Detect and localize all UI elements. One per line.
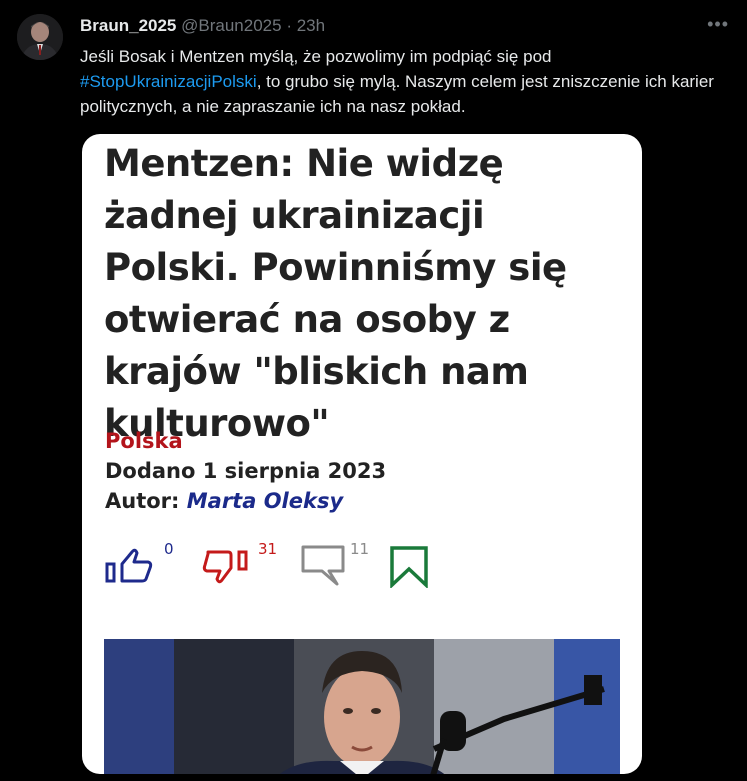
article-photo [104, 639, 620, 774]
tweet-text: Jeśli Bosak i Mentzen myślą, że pozwolim… [80, 44, 730, 119]
article-headline: Mentzen: Nie widzę żadnej ukrainizacji P… [104, 142, 567, 445]
tweet-header: Braun_2025 @Braun2025 · 23h [80, 16, 325, 36]
article-author: Autor: Marta Oleksy [105, 489, 343, 513]
separator-dot: · [286, 16, 292, 35]
author-handle[interactable]: @Braun2025 [181, 16, 281, 35]
comments-count: 11 [350, 540, 370, 558]
avatar[interactable] [17, 14, 63, 60]
article-reactions: 0 31 11 [104, 540, 624, 590]
like-reaction: 0 [104, 540, 184, 590]
article-author-name: Marta Oleksy [186, 489, 344, 513]
timestamp[interactable]: 23h [297, 16, 325, 35]
likes-count: 0 [164, 540, 174, 558]
more-options-icon[interactable]: ••• [707, 14, 729, 35]
article-date: Dodano 1 sierpnia 2023 [105, 459, 387, 483]
comment-icon [301, 545, 345, 586]
bookmark-reaction [388, 540, 432, 590]
article-category: Polska [105, 429, 183, 453]
author-name[interactable]: Braun_2025 [80, 16, 176, 35]
author-label: Autor: [105, 489, 180, 513]
tweet-text-before: Jeśli Bosak i Mentzen myślą, że pozwolim… [80, 47, 552, 66]
media-image-card[interactable]: Mentzen: Nie widzę żadnej ukrainizacji P… [82, 134, 642, 774]
thumbs-up-icon [105, 548, 153, 583]
comments-reaction: 11 [300, 540, 390, 590]
bookmark-icon [390, 546, 428, 588]
dislikes-count: 31 [258, 540, 278, 558]
thumbs-down-icon [202, 550, 248, 584]
dislike-reaction: 31 [202, 540, 292, 590]
hashtag-link[interactable]: #StopUkrainizacjiPolski [80, 72, 257, 91]
